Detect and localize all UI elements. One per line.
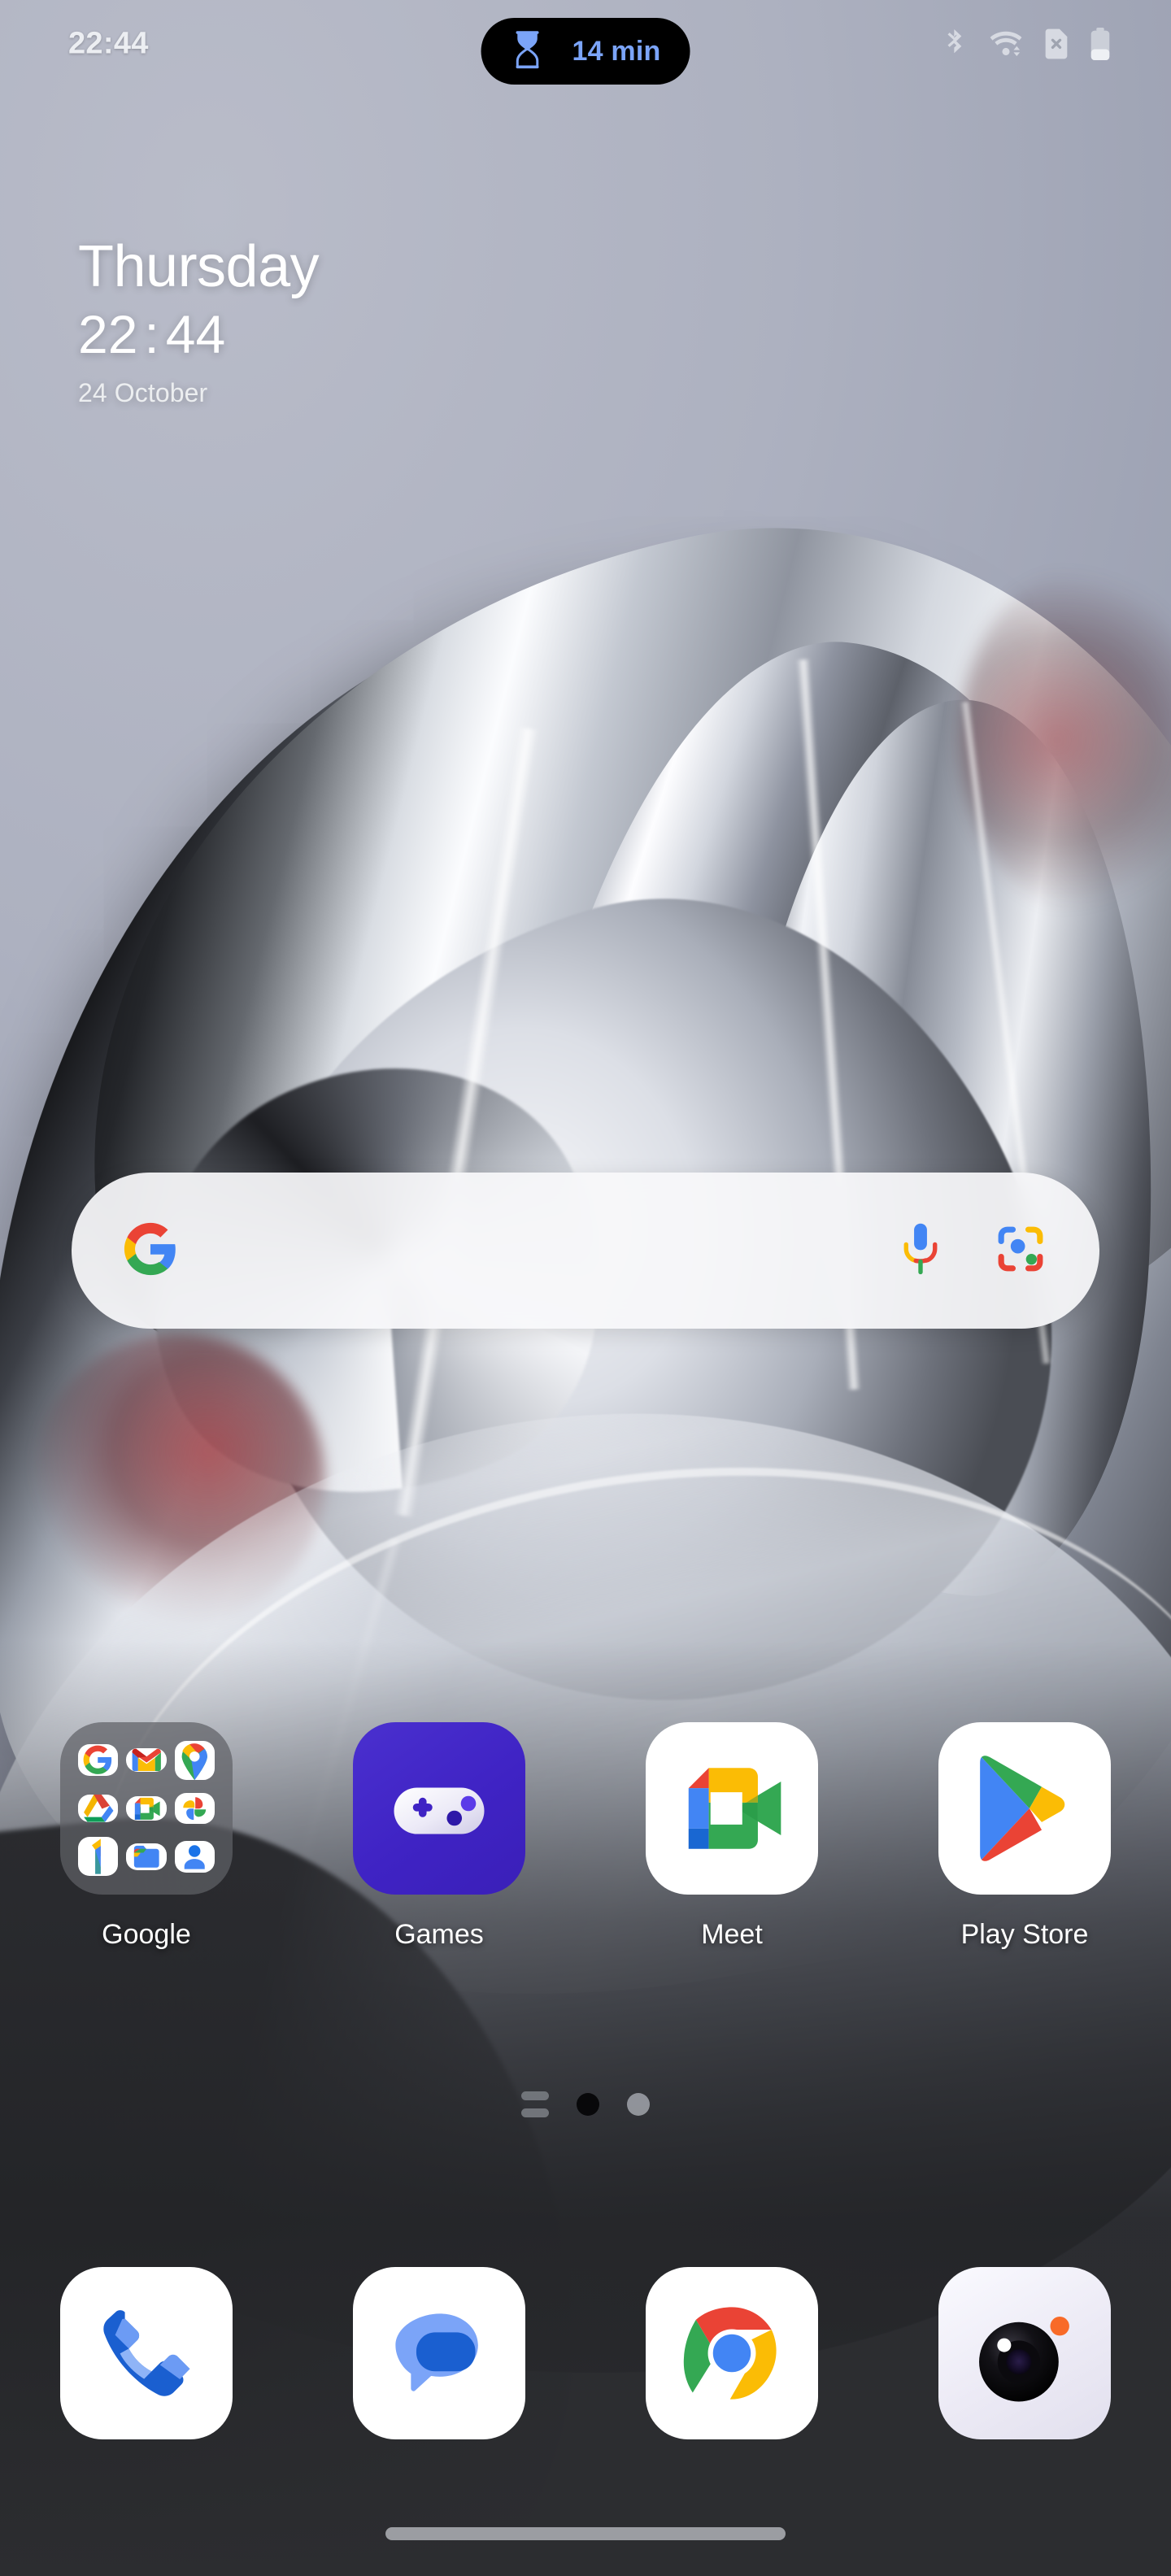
games-icon[interactable]	[353, 1722, 525, 1895]
app-grid-row: Google Games Meet Play Store	[0, 1722, 1171, 1951]
app-item-games[interactable]: Games	[342, 1722, 537, 1951]
google-g-icon	[122, 1221, 179, 1281]
photos-icon	[174, 1792, 215, 1825]
dock-item-messages[interactable]	[342, 2267, 537, 2439]
status-bar-clock: 22:44	[68, 26, 149, 61]
google-search-bar[interactable]	[72, 1173, 1099, 1329]
google-icon	[78, 1744, 119, 1776]
status-bar-icons	[943, 28, 1111, 60]
timer-pill-label: 14 min	[572, 35, 661, 67]
meet-icon	[126, 1795, 167, 1821]
maps-icon	[174, 1740, 215, 1780]
files-icon	[126, 1843, 167, 1870]
page-dot-active[interactable]	[577, 2093, 599, 2116]
clock-widget-day: Thursday	[78, 234, 320, 299]
navigation-bar	[0, 2491, 1171, 2576]
battery-icon	[1090, 28, 1111, 60]
app-label-games: Games	[394, 1919, 484, 1950]
search-input[interactable]	[179, 1233, 898, 1268]
dock-item-phone[interactable]	[49, 2267, 244, 2439]
app-label-meet: Meet	[701, 1919, 763, 1950]
meet-icon[interactable]	[646, 1722, 818, 1895]
clock-widget-separator: :	[144, 304, 159, 365]
messages-icon[interactable]	[353, 2267, 525, 2439]
status-bar: 22:44 14 min	[0, 0, 1171, 88]
wifi-icon	[989, 29, 1023, 59]
clock-widget-date: 24 October	[78, 378, 208, 408]
dock-item-camera[interactable]	[927, 2267, 1122, 2439]
camera-icon[interactable]	[938, 2267, 1111, 2439]
google-folder-icon[interactable]	[60, 1722, 233, 1895]
gesture-home-pill[interactable]	[385, 2527, 786, 2540]
microphone-icon[interactable]	[898, 1221, 943, 1281]
google-one-icon	[78, 1837, 119, 1877]
bluetooth-icon	[943, 28, 968, 60]
app-item-google-folder[interactable]: Google	[49, 1722, 244, 1951]
drive-icon	[78, 1795, 119, 1822]
dock-item-chrome[interactable]	[634, 2267, 829, 2439]
page-dot-inactive[interactable]	[627, 2093, 650, 2116]
contacts-icon	[174, 1841, 215, 1873]
app-label-google: Google	[102, 1919, 191, 1950]
gmail-icon	[126, 1748, 167, 1773]
app-label-play-store: Play Store	[960, 1919, 1089, 1950]
clock-widget-time: 22:44	[78, 300, 319, 370]
play-store-icon[interactable]	[938, 1722, 1111, 1895]
clock-widget-minutes: 44	[165, 304, 226, 365]
no-sim-icon	[1044, 28, 1069, 59]
phone-icon[interactable]	[60, 2267, 233, 2439]
clock-widget-hours: 22	[78, 304, 138, 365]
app-item-meet[interactable]: Meet	[634, 1722, 829, 1951]
clock-widget[interactable]: Thursday 22:44 24 October	[78, 234, 320, 408]
google-lens-icon[interactable]	[995, 1224, 1046, 1278]
app-item-play-store[interactable]: Play Store	[927, 1722, 1122, 1951]
chrome-icon[interactable]	[646, 2267, 818, 2439]
discover-page-icon[interactable]	[521, 2091, 549, 2117]
page-indicator	[0, 2091, 1171, 2117]
hourglass-icon	[511, 28, 545, 75]
dock	[0, 2267, 1171, 2439]
timer-pill[interactable]: 14 min	[481, 18, 690, 85]
